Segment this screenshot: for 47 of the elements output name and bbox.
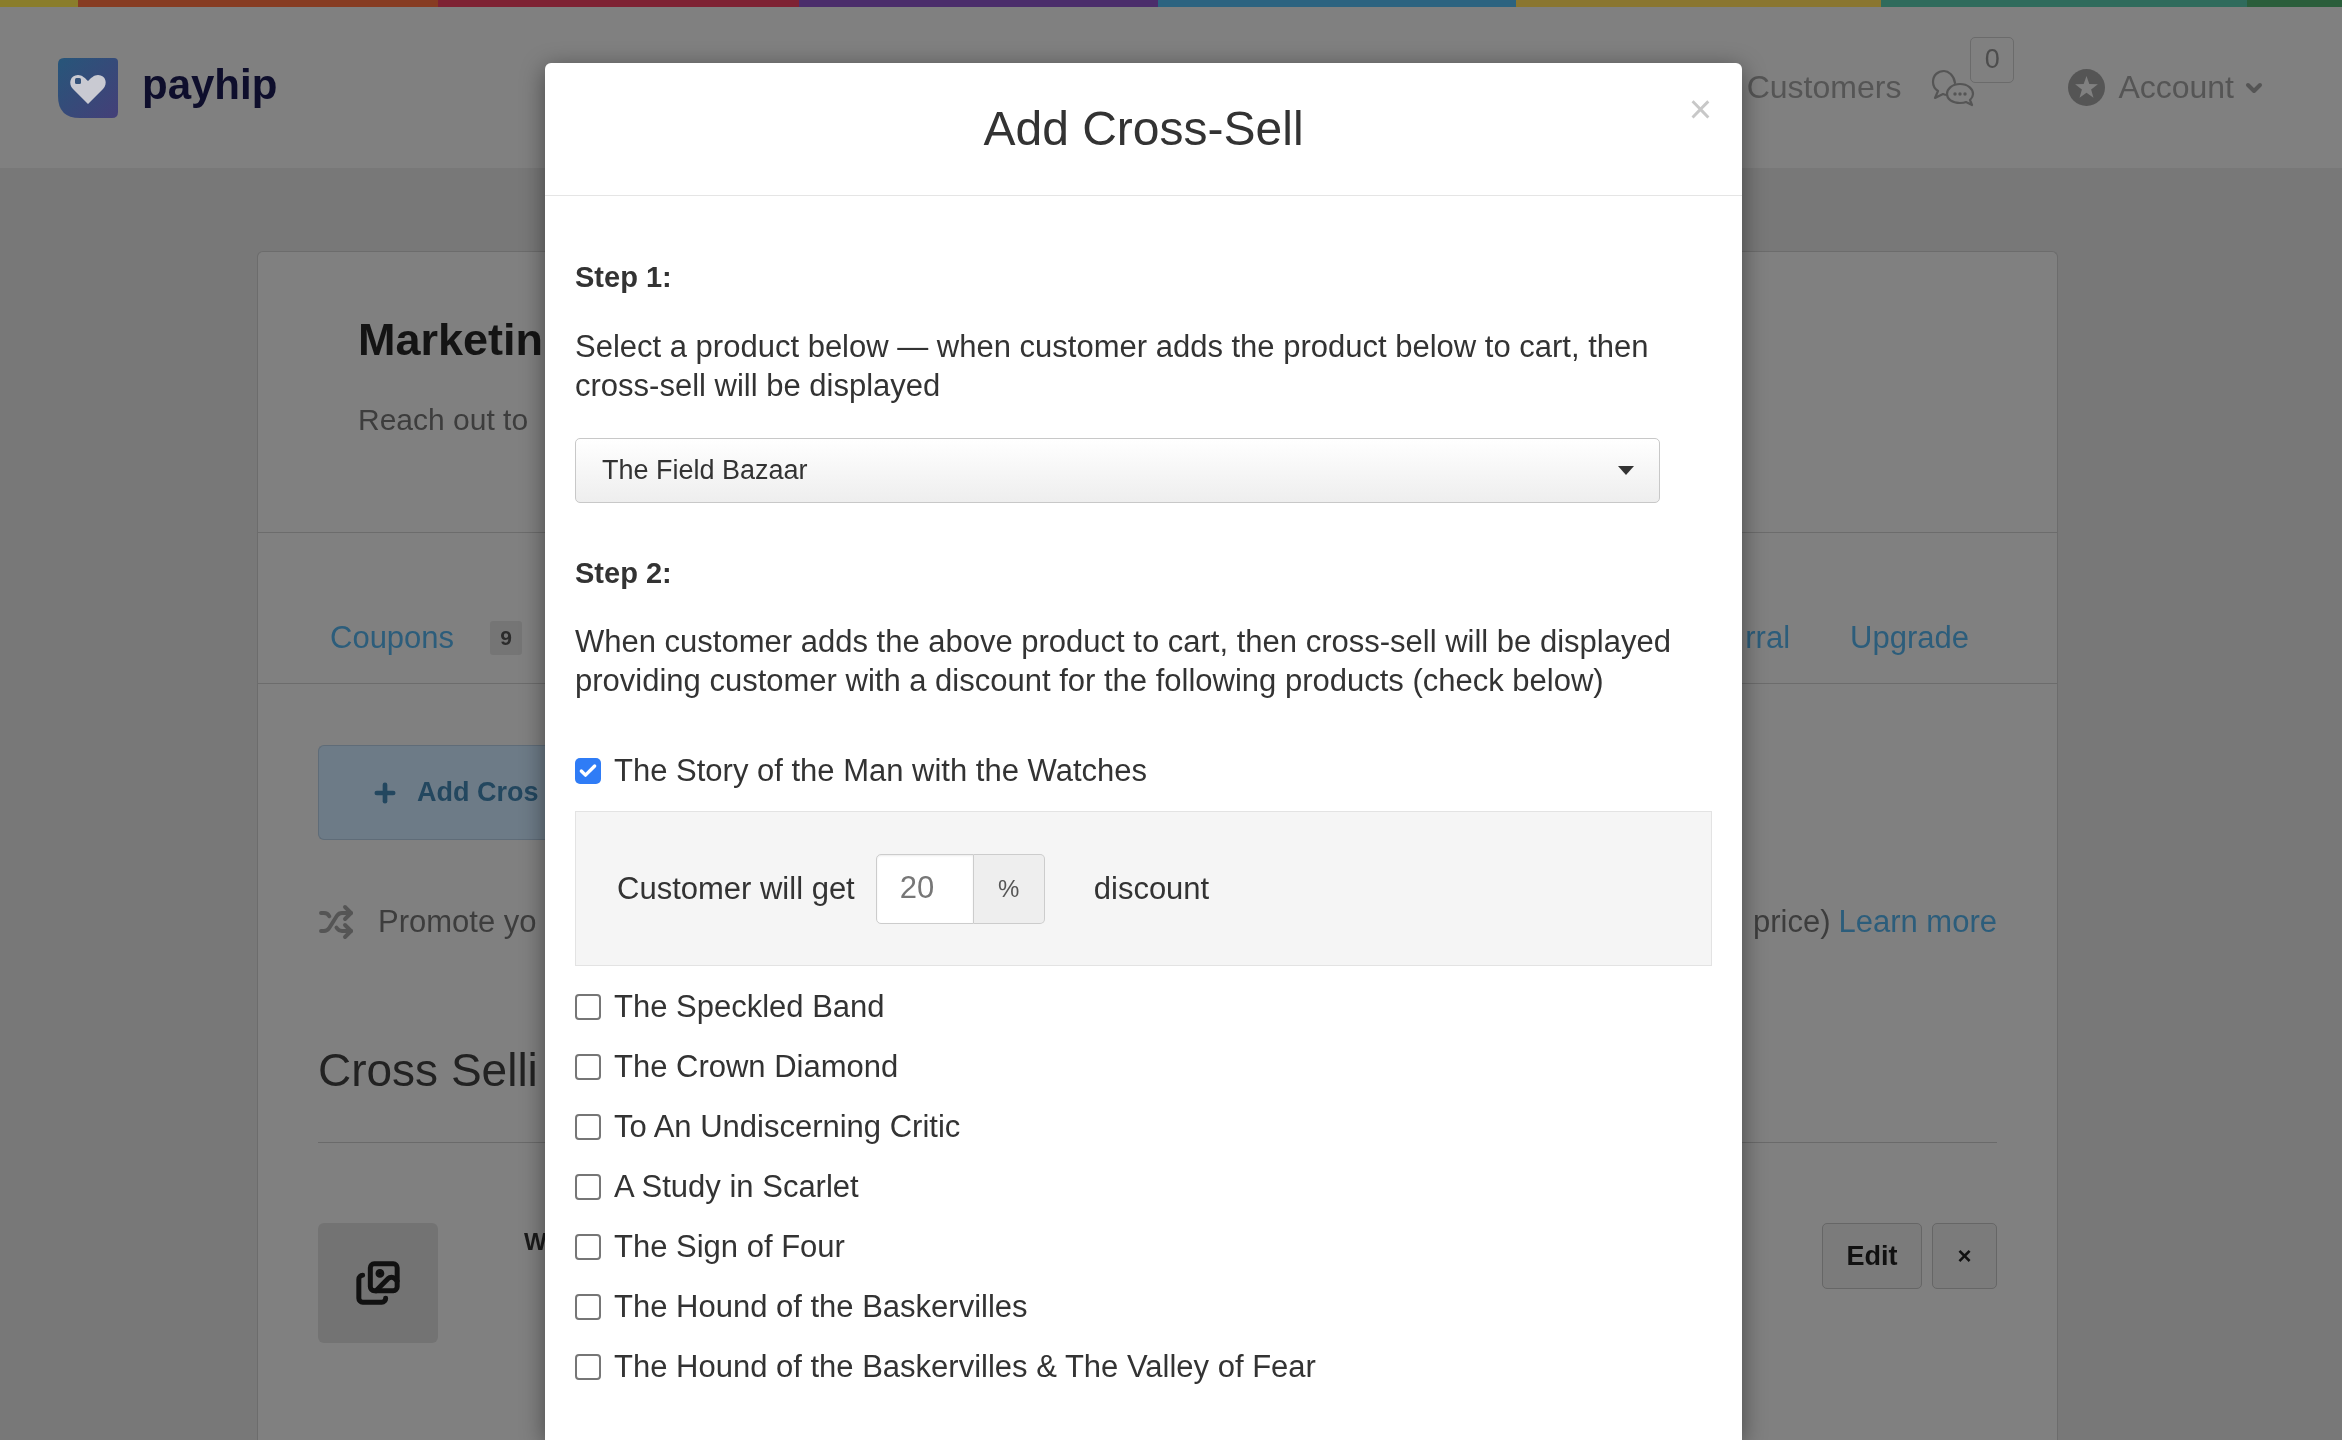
edit-button[interactable]: Edit — [1822, 1223, 1922, 1289]
step-heading: Step 1: — [575, 260, 672, 295]
discount-input[interactable]: 20 — [875, 853, 974, 924]
section-title: Cross Selli — [318, 1043, 538, 1098]
add-button[interactable]: Add Cros — [318, 745, 545, 840]
step-heading: Step 2: — [575, 556, 672, 591]
product-label: To An Undiscerning Critic — [614, 1108, 961, 1146]
logo-wordmark[interactable]: payhip — [142, 59, 278, 116]
delete-button[interactable]: × — [1932, 1223, 1997, 1289]
info-text: price) — [1752, 903, 1831, 941]
checkbox[interactable] — [575, 757, 601, 784]
checkbox[interactable] — [575, 1233, 601, 1260]
product-label: A Study in Scarlet — [614, 1168, 859, 1206]
discount-label: Customer will get — [617, 870, 855, 908]
page-title: Marketin — [358, 313, 544, 367]
page-subtitle: Reach out to — [358, 402, 529, 438]
shuffle-icon — [318, 903, 354, 940]
count-badge: 9 — [490, 620, 523, 655]
product-label: The Story of the Man with the Watches — [614, 752, 1147, 790]
modal-title: Add Cross-Sell — [983, 101, 1304, 157]
item-title: W — [524, 1227, 547, 1257]
heart-logo-icon — [58, 57, 118, 118]
product-label: The Hound of the Baskervilles — [614, 1288, 1028, 1326]
checkbox[interactable] — [575, 1353, 601, 1380]
info-text: Promote yo — [378, 903, 537, 941]
checkbox[interactable] — [575, 1293, 601, 1320]
product-label: The Sign of Four — [614, 1228, 845, 1266]
nav-tab[interactable]: Upgrade — [1850, 618, 1969, 657]
checkbox[interactable] — [575, 1173, 601, 1200]
step-description: When customer adds the above product to cart, then cross-sell will be displayed providing customer with a discount for the following products (check below) — [575, 623, 1672, 700]
caret-down-icon — [1618, 466, 1634, 475]
nav-tab[interactable]: rral — [1745, 618, 1791, 657]
product-select[interactable]: The Field Bazaar — [575, 438, 1660, 503]
product-label: The Speckled Band — [614, 988, 885, 1026]
star-circle-icon[interactable] — [2068, 69, 2106, 106]
checkbox[interactable] — [575, 1053, 601, 1080]
nav-tab[interactable]: Coupons — [330, 618, 455, 657]
checkbox[interactable] — [575, 1113, 601, 1140]
checkbox[interactable] — [575, 993, 601, 1020]
close-button[interactable]: × — [1688, 89, 1712, 129]
learn-more-link[interactable]: Learn more — [1838, 902, 1997, 941]
discount-suffix: discount — [1093, 870, 1210, 908]
product-label: The Hound of the Baskervilles & The Valley of Fear — [614, 1348, 1316, 1386]
percent-addon: % — [973, 853, 1045, 924]
product-label: The Crown Diamond — [614, 1048, 899, 1086]
image-icon — [355, 1260, 401, 1306]
step-description: Select a product below — when customer adds the product below to cart, then cross-sell will be displayed — [575, 328, 1650, 405]
